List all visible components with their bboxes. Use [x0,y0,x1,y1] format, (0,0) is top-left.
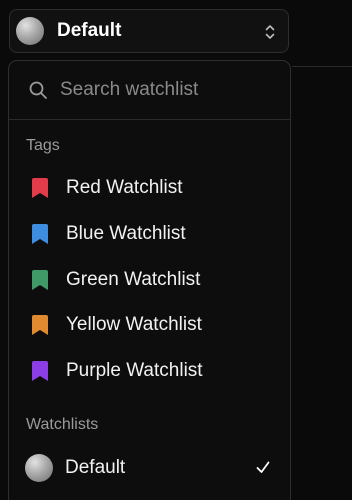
tag-item-red-watchlist[interactable]: Red Watchlist [9,168,290,208]
bookmark-icon [32,361,48,381]
tag-item-purple-watchlist[interactable]: Purple Watchlist [9,351,290,391]
tags-section-header: Tags [26,137,60,154]
tag-item-label: Blue Watchlist [66,223,186,244]
tag-item-label: Yellow Watchlist [66,314,202,335]
watchlist-avatar [16,17,44,45]
tag-item-label: Red Watchlist [66,177,183,198]
tag-item-label: Purple Watchlist [66,360,203,381]
tag-item-label: Green Watchlist [66,269,201,290]
watchlist-item-label: Default [65,457,126,478]
watchlist-item-default[interactable]: Default [9,448,290,488]
tag-item-blue-watchlist[interactable]: Blue Watchlist [9,214,290,254]
watchlists-section-header: Watchlists [26,416,99,433]
search-row [9,61,290,120]
bookmark-icon [32,224,48,244]
header-divider [292,66,352,67]
checkmark-icon [256,461,270,473]
watchlist-selector-button[interactable]: Default [9,9,289,53]
selected-watchlist-label: Default [57,20,122,41]
watchlist-dropdown-menu: Tags Red Watchlist Blue Watchlist Green … [8,60,291,500]
watchlist-avatar [25,454,53,482]
tag-item-yellow-watchlist[interactable]: Yellow Watchlist [9,305,290,345]
search-icon [29,81,47,99]
tag-item-green-watchlist[interactable]: Green Watchlist [9,260,290,300]
bookmark-icon [32,178,48,198]
bookmark-icon [32,270,48,290]
bookmark-icon [32,315,48,335]
chevron-up-down-icon [265,25,275,39]
watchlist-page: Default Tags Red Watchlist Blue Watchlis [0,0,352,500]
search-watchlist-input[interactable] [60,79,280,101]
